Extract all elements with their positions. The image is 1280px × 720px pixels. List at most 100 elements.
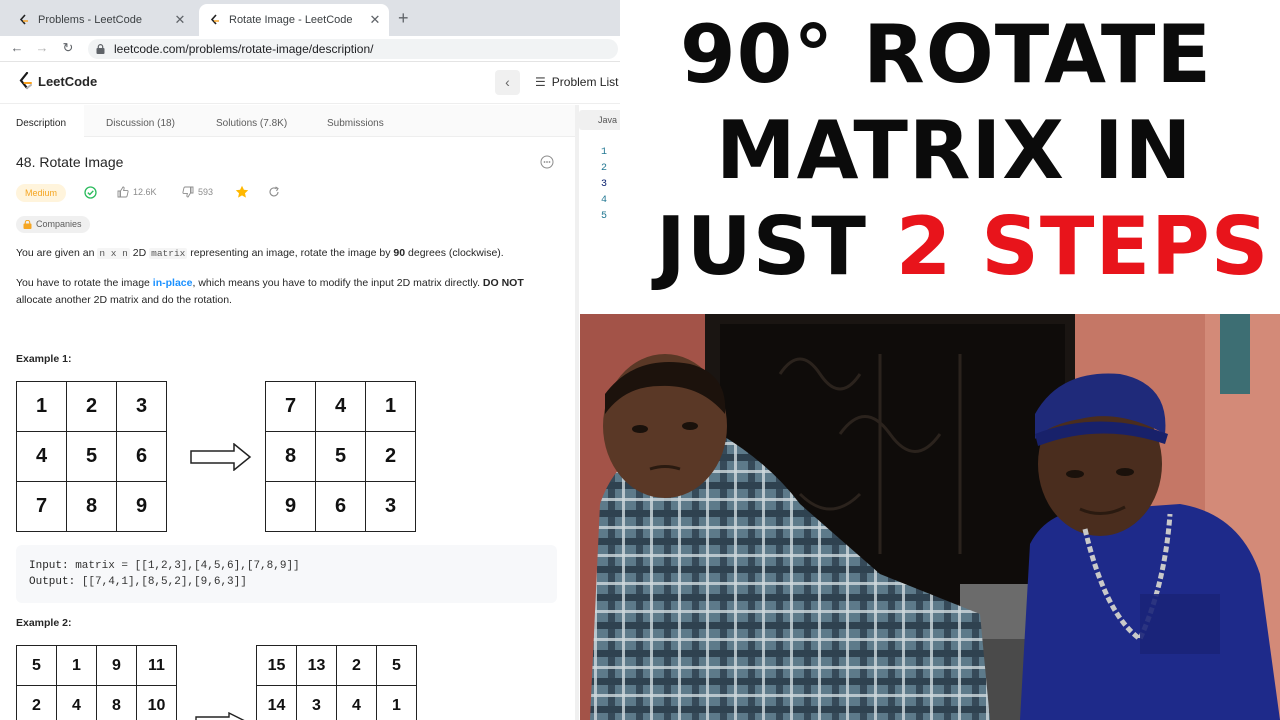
- line-number: 1: [601, 147, 608, 158]
- companies-tag[interactable]: Companies: [16, 216, 90, 233]
- matrix-cell: 1: [377, 686, 417, 720]
- tab-bar: Problems - LeetCode ✕ Rotate Image - Lee…: [0, 0, 620, 36]
- problem-title: 48. Rotate Image: [16, 154, 124, 170]
- headline-2-steps: 2 STEPS: [895, 200, 1270, 293]
- matrix-cell: 4: [337, 686, 377, 720]
- matrix-cell: 5: [316, 432, 366, 482]
- matrix-cell: 5: [67, 432, 117, 482]
- example1-title: Example 1:: [16, 353, 72, 365]
- leetcode-favicon-icon: [210, 14, 219, 25]
- url-field[interactable]: leetcode.com/problems/rotate-image/descr…: [88, 39, 618, 59]
- text-span: You have to rotate the image: [16, 277, 153, 289]
- example1-io-block: Input: matrix = [[1,2,3],[4,5,6],[7,8,9]…: [16, 545, 557, 603]
- like-count: 12.6K: [133, 187, 157, 197]
- matrix-cell: 5: [377, 646, 417, 686]
- thumbs-down-icon: [182, 186, 194, 198]
- close-tab-icon[interactable]: ✕: [172, 12, 188, 28]
- example1-output-matrix: 741852963: [265, 381, 416, 532]
- matrix-cell: 5: [17, 646, 57, 686]
- leetcode-favicon-icon: [19, 14, 28, 25]
- dislike-button[interactable]: 593: [182, 186, 213, 198]
- arrow-right-icon: [190, 443, 252, 471]
- tab-title: Rotate Image - LeetCode: [229, 14, 353, 26]
- matrix-cell: 13: [297, 646, 337, 686]
- matrix-cell: 2: [17, 686, 57, 720]
- dislike-count: 593: [198, 187, 214, 197]
- example2-input-matrix: 5 1 9 11 2 4 8 10: [16, 645, 177, 720]
- example2-title: Example 2:: [16, 617, 72, 629]
- new-tab-button[interactable]: +: [398, 8, 409, 28]
- matrix-cell: 6: [117, 432, 167, 482]
- output-value: [[7,4,1],[8,5,2],[9,6,3]]: [75, 576, 247, 588]
- matrix-cell: 11: [137, 646, 177, 686]
- matrix-cell: 6: [316, 482, 366, 532]
- matrix-cell: 14: [257, 686, 297, 720]
- matrix-cell: 1: [57, 646, 97, 686]
- problem-list-button[interactable]: ☰ Problem List: [535, 75, 618, 89]
- inline-code: n x n: [97, 248, 130, 259]
- matrix-cell: 2: [67, 382, 117, 432]
- bold-text: 90: [393, 247, 406, 259]
- matrix-cell: 3: [117, 382, 167, 432]
- more-options-icon[interactable]: [540, 155, 554, 169]
- matrix-cell: 9: [97, 646, 137, 686]
- matrix-cell: 8: [97, 686, 137, 720]
- problem-statement-para2: You have to rotate the image in-place, w…: [16, 275, 561, 309]
- favorite-star-icon[interactable]: [235, 185, 249, 199]
- tab-problems[interactable]: Problems - LeetCode ✕: [8, 4, 194, 36]
- tab-rotate-image[interactable]: Rotate Image - LeetCode ✕: [199, 4, 389, 36]
- example1-input-matrix: 123456789: [16, 381, 167, 532]
- like-button[interactable]: 12.6K: [117, 186, 157, 198]
- thumbnail-headline: 90° ROTATE MATRIX IN JUST 2 STEPS: [620, 0, 1280, 312]
- tab-solutions[interactable]: Solutions (7.8K): [216, 105, 287, 137]
- text-span: You are given an: [16, 247, 98, 259]
- meme-photo: [580, 314, 1280, 720]
- browser-window: Problems - LeetCode ✕ Rotate Image - Lee…: [0, 0, 620, 720]
- logo-text: LeetCode: [38, 73, 98, 89]
- input-label: Input:: [29, 560, 69, 572]
- in-place-link[interactable]: in-place: [153, 277, 193, 289]
- line-number: 4: [601, 195, 608, 206]
- matrix-cell: 2: [337, 646, 377, 686]
- lock-icon: [96, 44, 105, 54]
- tab-submissions[interactable]: Submissions: [327, 105, 384, 137]
- matrix-cell: 4: [316, 382, 366, 432]
- text-span: representing an image, rotate the image …: [187, 247, 394, 259]
- output-label: Output:: [29, 576, 76, 588]
- matrix-cell: 7: [266, 382, 316, 432]
- reload-icon[interactable]: ↻: [59, 39, 77, 57]
- solved-check-icon: [84, 186, 97, 199]
- matrix-cell: 1: [17, 382, 67, 432]
- prev-problem-button[interactable]: ‹: [495, 70, 520, 95]
- matrix-cell: 3: [297, 686, 337, 720]
- url-text: leetcode.com/problems/rotate-image/descr…: [114, 42, 374, 56]
- share-icon[interactable]: [268, 186, 280, 198]
- problem-meta-row: Medium 12.6K 593: [16, 184, 316, 202]
- text-span: degrees (clockwise).: [405, 247, 504, 259]
- matrix-cell: 7: [17, 482, 67, 532]
- problem-description: 48. Rotate Image Medium 12.6K 593 Compan: [0, 137, 575, 720]
- back-arrow-icon[interactable]: ←: [8, 39, 26, 57]
- matrix-cell: 1: [366, 382, 416, 432]
- example2-output-matrix: 15 13 2 5 14 3 4 1: [256, 645, 417, 720]
- matrix-cell: 2: [366, 432, 416, 482]
- tab-description[interactable]: Description: [0, 105, 84, 137]
- language-label: Java: [598, 115, 618, 125]
- leetcode-logo[interactable]: LeetCode: [18, 72, 97, 90]
- close-tab-icon[interactable]: ✕: [367, 12, 383, 28]
- matrix-cell: 9: [266, 482, 316, 532]
- input-value: matrix = [[1,2,3],[4,5,6],[7,8,9]]: [68, 560, 300, 572]
- leetcode-header: LeetCode ‹ ☰ Problem List: [0, 62, 620, 104]
- difficulty-badge: Medium: [16, 184, 67, 202]
- matrix-cell: 4: [57, 686, 97, 720]
- matrix-cell: 15: [257, 646, 297, 686]
- address-bar-row: ← → ↻ leetcode.com/problems/rotate-image…: [0, 36, 620, 62]
- tab-discussion[interactable]: Discussion (18): [106, 105, 175, 137]
- headline-line-1: 90° ROTATE: [680, 8, 1213, 101]
- menu-icon: ☰: [535, 75, 546, 89]
- lock-icon: [23, 220, 32, 229]
- headline-just: JUST: [656, 200, 896, 293]
- matrix-cell: 8: [266, 432, 316, 482]
- language-selector[interactable]: Java: [579, 110, 620, 130]
- forward-arrow-icon[interactable]: →: [33, 39, 51, 57]
